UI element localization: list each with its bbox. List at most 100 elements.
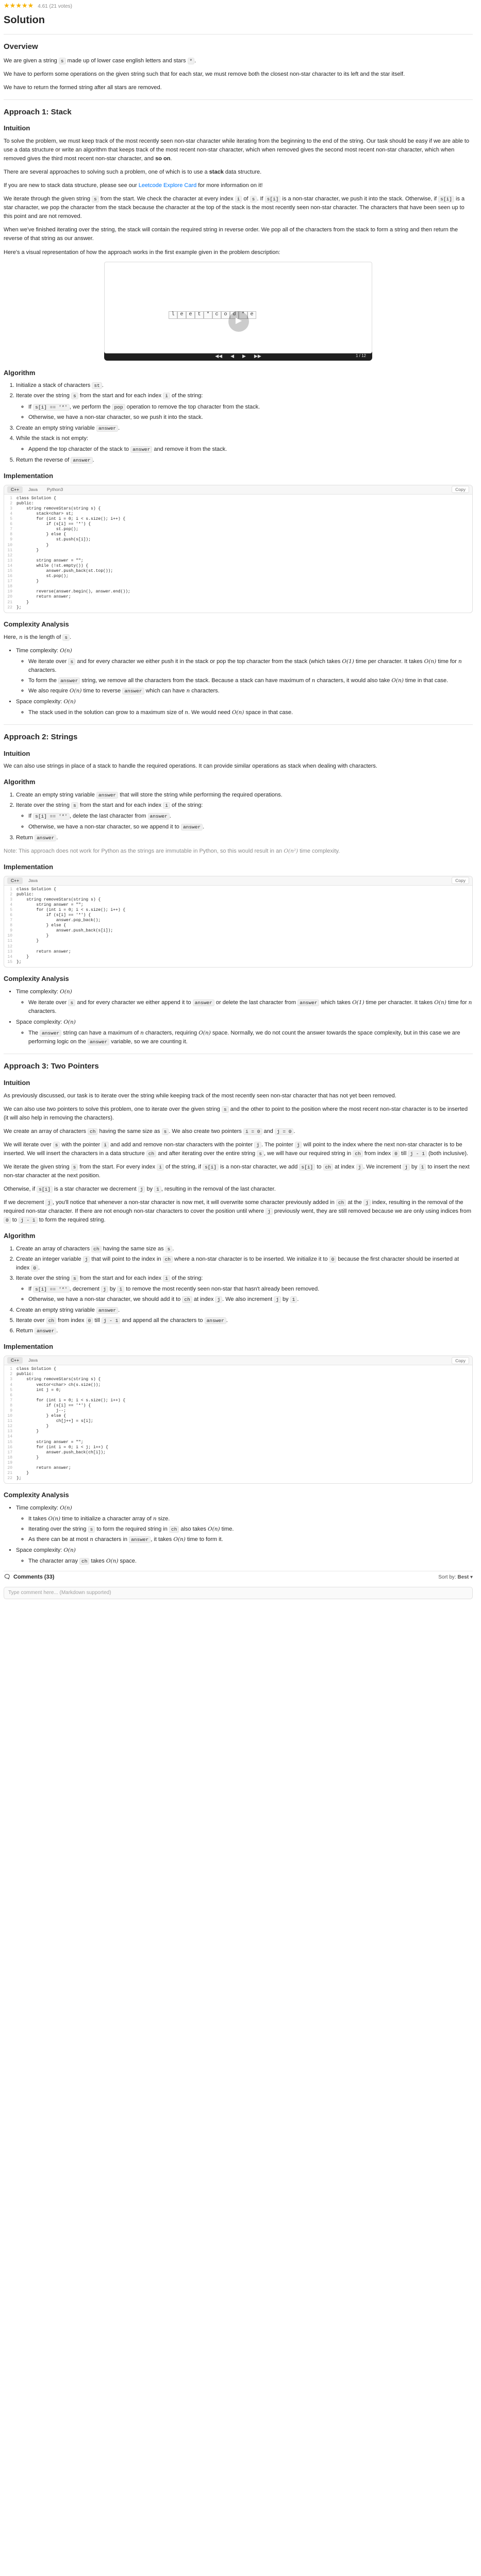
code-line: 1 class Solution {: [4, 496, 472, 501]
text-segment: Create an integer variable: [16, 1256, 83, 1262]
text-segment: and append all the characters to: [120, 1317, 205, 1324]
intuition-paragraph: We iterate through the given string s fr…: [4, 195, 473, 221]
star-icon[interactable]: ★: [22, 2, 28, 9]
comment-input[interactable]: Type comment here... (Markdown supported…: [4, 1586, 473, 1599]
star-icon[interactable]: ★: [15, 2, 22, 9]
inline-code: j: [356, 1163, 363, 1171]
text-segment: Space complexity:: [16, 1019, 64, 1025]
copy-button[interactable]: Copy: [452, 877, 469, 885]
slideshow[interactable]: l e e t * c o d * e ▶ ◀◀ ◀ ▶ ▶▶ 1 / 12: [104, 261, 372, 361]
implementation-heading: Implementation: [4, 471, 54, 480]
sort-control[interactable]: Sort by: Best ▾: [438, 1573, 473, 1582]
line-number: 4: [10, 902, 12, 907]
complexity-heading: Complexity Analysis: [4, 974, 69, 982]
inline-code: j: [403, 1163, 410, 1171]
implementation-heading: Implementation: [4, 862, 54, 871]
text-segment: .: [56, 834, 58, 841]
text-segment: Initialize a stack of characters: [16, 382, 92, 389]
star-icon[interactable]: ★: [10, 2, 16, 9]
slide-counter: 1 / 12: [355, 353, 366, 359]
inline-code: ch: [146, 1150, 157, 1157]
inline-code: answer: [129, 1536, 151, 1544]
text-segment: Otherwise, we have a non-star character,…: [28, 823, 181, 830]
text-segment: .: [118, 1307, 120, 1314]
first-slide-icon[interactable]: ◀◀: [215, 353, 222, 360]
algorithm-substeps: If s[i] == '*', we perform the pop opera…: [16, 403, 473, 422]
rating-stars[interactable]: ★★★★★: [4, 2, 34, 11]
text-segment: We also require: [28, 687, 70, 694]
line-number: 17: [7, 1450, 12, 1455]
language-tab[interactable]: Python3: [43, 486, 67, 493]
inline-code: j: [45, 1199, 53, 1206]
slide-controls: ◀◀ ◀ ▶ ▶▶: [104, 352, 372, 361]
algorithm-step: Iterate over the string s from the start…: [16, 801, 473, 831]
code-text: public:: [16, 892, 34, 897]
text-segment: where a non-star character is to be inse…: [173, 1256, 329, 1262]
code-text: string removeStars(string s) {: [16, 897, 101, 902]
code-line: 10 } else {: [4, 1414, 472, 1419]
text-segment: .: [118, 425, 120, 431]
algorithm-step: Create an empty string variable answer.: [16, 424, 473, 433]
code-text: };: [16, 605, 22, 610]
space-complexity-text: Space complexity: O(n): [16, 1019, 76, 1025]
code-text: vector<char> ch(s.size());: [16, 1382, 101, 1387]
text-segment: .: [70, 634, 72, 640]
comments-header[interactable]: 🗨 Comments (33): [4, 1573, 54, 1582]
text-segment: from the start. For every index: [78, 1163, 157, 1170]
math-expression: O(n): [198, 1030, 211, 1037]
language-tab[interactable]: Java: [25, 486, 41, 493]
text-segment: of the string:: [170, 393, 203, 399]
line-number: 4: [10, 1382, 12, 1387]
text-segment: Iterate over the string: [16, 1275, 71, 1282]
line-number: 13: [7, 949, 12, 954]
line-number: 4: [10, 511, 12, 516]
inline-code: answer: [96, 1307, 119, 1314]
math-expression: O(n): [60, 988, 72, 995]
text-segment: Space complexity:: [16, 1547, 64, 1554]
line-number: 13: [7, 558, 12, 563]
inline-code: 1: [154, 1185, 161, 1193]
complexity-detail: We iterate over s and for every characte…: [28, 657, 473, 675]
text-segment: .: [297, 1296, 299, 1303]
language-tab[interactable]: Java: [25, 1357, 41, 1364]
star-icon[interactable]: ★: [4, 2, 10, 9]
code-text: };: [16, 959, 22, 964]
star-icon[interactable]: ★: [28, 2, 34, 9]
text-segment: We are given a string: [4, 57, 59, 64]
text-segment: Iterate over: [16, 1317, 46, 1324]
text-segment: previously went, they are still removed …: [272, 1208, 472, 1214]
prev-slide-icon[interactable]: ◀: [230, 353, 234, 360]
language-tab[interactable]: C++: [7, 486, 23, 493]
line-number: 14: [7, 954, 12, 959]
math-expression: n: [468, 999, 472, 1006]
play-icon[interactable]: ▶: [228, 311, 249, 332]
next-slide-icon[interactable]: ▶: [242, 353, 246, 360]
text-segment: to remove the most recently seen non-sta…: [124, 1286, 320, 1293]
overview-paragraph: We have to return the formed string afte…: [4, 84, 162, 91]
algorithm-step: Create an array of characters ch having …: [16, 1245, 473, 1253]
explore-card-link[interactable]: Leetcode Explore Card: [139, 182, 197, 189]
math-expression: O(n²): [284, 848, 298, 854]
text-segment: To solve the problem, we must keep track…: [4, 138, 470, 162]
code-line: 15};: [4, 960, 472, 965]
language-tab[interactable]: Java: [25, 877, 41, 884]
copy-button[interactable]: Copy: [452, 486, 469, 494]
text-segment: We iterate the given string: [4, 1163, 71, 1170]
language-tab[interactable]: C++: [7, 877, 23, 884]
language-tab[interactable]: C++: [7, 1357, 23, 1364]
code-text: }: [16, 934, 49, 939]
inline-code: s: [71, 1275, 78, 1282]
copy-button[interactable]: Copy: [452, 1357, 469, 1364]
algorithm-step: Create an empty string variable answer t…: [16, 791, 473, 800]
algorithm-substep: If s[i] == '*', we perform the pop opera…: [28, 403, 473, 412]
intuition-heading: Intuition: [4, 749, 30, 757]
last-slide-icon[interactable]: ▶▶: [254, 353, 261, 360]
code-line: 13 string answer = "";: [4, 558, 472, 564]
inline-code: j = 0: [274, 1128, 294, 1135]
code-line: 6: [4, 1393, 472, 1398]
text-segment: of the string, if: [163, 1163, 203, 1170]
inline-code: j - 1: [408, 1150, 427, 1157]
code-line: 8 if (s[i] == '*') {: [4, 1403, 472, 1409]
string-cell: *: [204, 311, 212, 319]
algorithm-substep: Otherwise, we have a non-star character,…: [28, 823, 473, 832]
